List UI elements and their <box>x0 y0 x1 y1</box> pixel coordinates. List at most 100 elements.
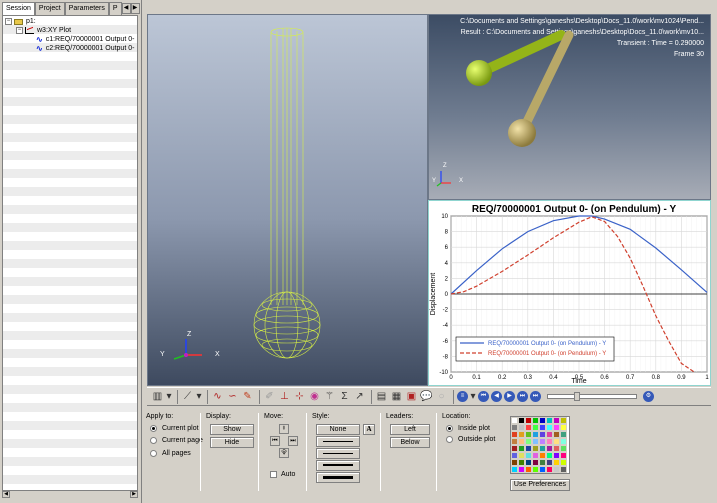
tab-session[interactable]: Session <box>2 2 35 15</box>
color-swatch[interactable] <box>560 466 567 473</box>
color-swatch[interactable] <box>553 445 560 452</box>
inside-plot-radio[interactable]: Inside plot <box>446 425 490 432</box>
previous-frame-icon[interactable]: ◀ <box>491 391 502 402</box>
color-swatch[interactable] <box>511 445 518 452</box>
color-swatch[interactable] <box>539 466 546 473</box>
animation-settings-icon[interactable]: ⚙ <box>643 391 654 402</box>
color-swatch[interactable] <box>532 466 539 473</box>
curve-math-icon[interactable]: ∽ <box>226 390 239 403</box>
color-swatch[interactable] <box>539 452 546 459</box>
tab-scroll-right-icon[interactable]: ▶ <box>130 3 140 14</box>
color-swatch[interactable] <box>553 466 560 473</box>
color-swatch[interactable] <box>532 424 539 431</box>
tab-project[interactable]: Project <box>34 2 65 15</box>
color-wheel-icon[interactable]: ◉ <box>308 390 321 403</box>
color-swatch[interactable] <box>560 452 567 459</box>
color-swatch[interactable] <box>560 438 567 445</box>
color-swatch[interactable] <box>539 431 546 438</box>
tree-item-curve-2[interactable]: ∿ c2:REQ/70000001 Output 0- <box>36 44 134 53</box>
color-swatch[interactable] <box>518 424 525 431</box>
color-swatch[interactable] <box>511 452 518 459</box>
curve-pen-icon[interactable]: ✎ <box>241 390 254 403</box>
leaders-below-button[interactable]: Below <box>390 437 430 448</box>
move-down-button[interactable]: ⯓ <box>279 448 289 458</box>
radio-button[interactable] <box>150 437 157 444</box>
color-swatch[interactable] <box>553 417 560 424</box>
color-swatch[interactable] <box>560 424 567 431</box>
comment-icon[interactable]: 💬 <box>420 390 433 403</box>
color-swatch[interactable] <box>532 431 539 438</box>
radio-button[interactable] <box>150 450 157 457</box>
checkbox[interactable] <box>270 471 277 478</box>
play-icon[interactable]: ▶ <box>504 391 515 402</box>
color-swatch[interactable] <box>553 424 560 431</box>
move-up-button[interactable]: ⯒ <box>279 424 289 434</box>
tracking-icon[interactable]: ⊹ <box>293 390 306 403</box>
sum-icon[interactable]: Σ <box>338 390 351 403</box>
apply-all-pages-radio[interactable]: All pages <box>150 450 191 457</box>
color-swatch[interactable] <box>546 424 553 431</box>
curve-edit-icon[interactable]: ∿ <box>211 390 224 403</box>
style-none-button[interactable]: None <box>316 424 360 435</box>
color-swatch[interactable] <box>539 417 546 424</box>
color-swatch[interactable] <box>525 417 532 424</box>
color-swatch[interactable] <box>518 459 525 466</box>
color-swatch[interactable] <box>525 466 532 473</box>
tree-item-curve-1[interactable]: ∿ c1:REQ/70000001 Output 0- <box>36 35 134 44</box>
animation-mode-icon[interactable]: ≡ <box>457 391 468 402</box>
color-swatch[interactable] <box>546 417 553 424</box>
color-swatch[interactable] <box>539 445 546 452</box>
show-button[interactable]: Show <box>210 424 254 435</box>
last-frame-icon[interactable]: ⏭ <box>530 391 541 402</box>
dropdown-arrow-icon[interactable]: ▾ <box>470 390 476 403</box>
color-swatch[interactable] <box>546 445 553 452</box>
radio-button[interactable] <box>446 425 453 432</box>
frame-slider[interactable] <box>547 392 637 401</box>
border-thin-button[interactable] <box>316 436 360 447</box>
apply-current-plot-radio[interactable]: Current plot <box>150 425 199 432</box>
color-swatch[interactable] <box>525 431 532 438</box>
color-swatch[interactable] <box>553 459 560 466</box>
tree-item-page[interactable]: − p1: <box>5 17 36 26</box>
color-swatch[interactable] <box>518 466 525 473</box>
color-swatch[interactable] <box>539 424 546 431</box>
color-swatch[interactable] <box>511 438 518 445</box>
color-swatch[interactable] <box>511 417 518 424</box>
frame-slider-thumb[interactable] <box>574 392 580 401</box>
table-icon[interactable]: ▦ <box>390 390 403 403</box>
color-swatch[interactable] <box>518 438 525 445</box>
collapse-icon[interactable]: − <box>16 27 23 34</box>
tree-item-plot[interactable]: − w3:XY Plot <box>16 26 71 35</box>
datum-line-icon[interactable]: ⊥ <box>278 390 291 403</box>
color-swatch[interactable] <box>560 431 567 438</box>
border-thick-button[interactable] <box>316 460 360 471</box>
radio-button[interactable] <box>150 425 157 432</box>
color-swatch[interactable] <box>546 438 553 445</box>
color-swatch[interactable] <box>553 438 560 445</box>
color-swatch[interactable] <box>539 459 546 466</box>
border-heavy-button[interactable] <box>316 472 360 483</box>
first-frame-icon[interactable]: ⏮ <box>478 391 489 402</box>
notes-icon[interactable]: ✐ <box>263 390 276 403</box>
color-swatch[interactable] <box>560 417 567 424</box>
color-swatch[interactable] <box>525 459 532 466</box>
horizontal-scrollbar[interactable]: ◀ ▶ <box>2 490 138 498</box>
color-swatch[interactable] <box>525 438 532 445</box>
color-swatch[interactable] <box>511 466 518 473</box>
leaders-left-button[interactable]: Left <box>390 424 430 435</box>
color-swatch[interactable] <box>518 445 525 452</box>
color-swatch[interactable] <box>532 438 539 445</box>
radio-button[interactable] <box>446 436 453 443</box>
animation-window[interactable]: C:\Documents and Settings\ganeshs\Deskto… <box>428 14 711 200</box>
color-swatch[interactable] <box>546 466 553 473</box>
outside-plot-radio[interactable]: Outside plot <box>446 436 495 443</box>
color-swatch[interactable] <box>518 452 525 459</box>
border-medium-button[interactable] <box>316 448 360 459</box>
color-swatch[interactable] <box>525 445 532 452</box>
plot-axes-icon[interactable]: ⟋ <box>181 390 194 403</box>
color-swatch[interactable] <box>518 431 525 438</box>
next-frame-icon[interactable]: ⏭ <box>517 391 528 402</box>
color-swatch[interactable] <box>539 438 546 445</box>
hide-button[interactable]: Hide <box>210 437 254 448</box>
color-swatch[interactable] <box>525 452 532 459</box>
